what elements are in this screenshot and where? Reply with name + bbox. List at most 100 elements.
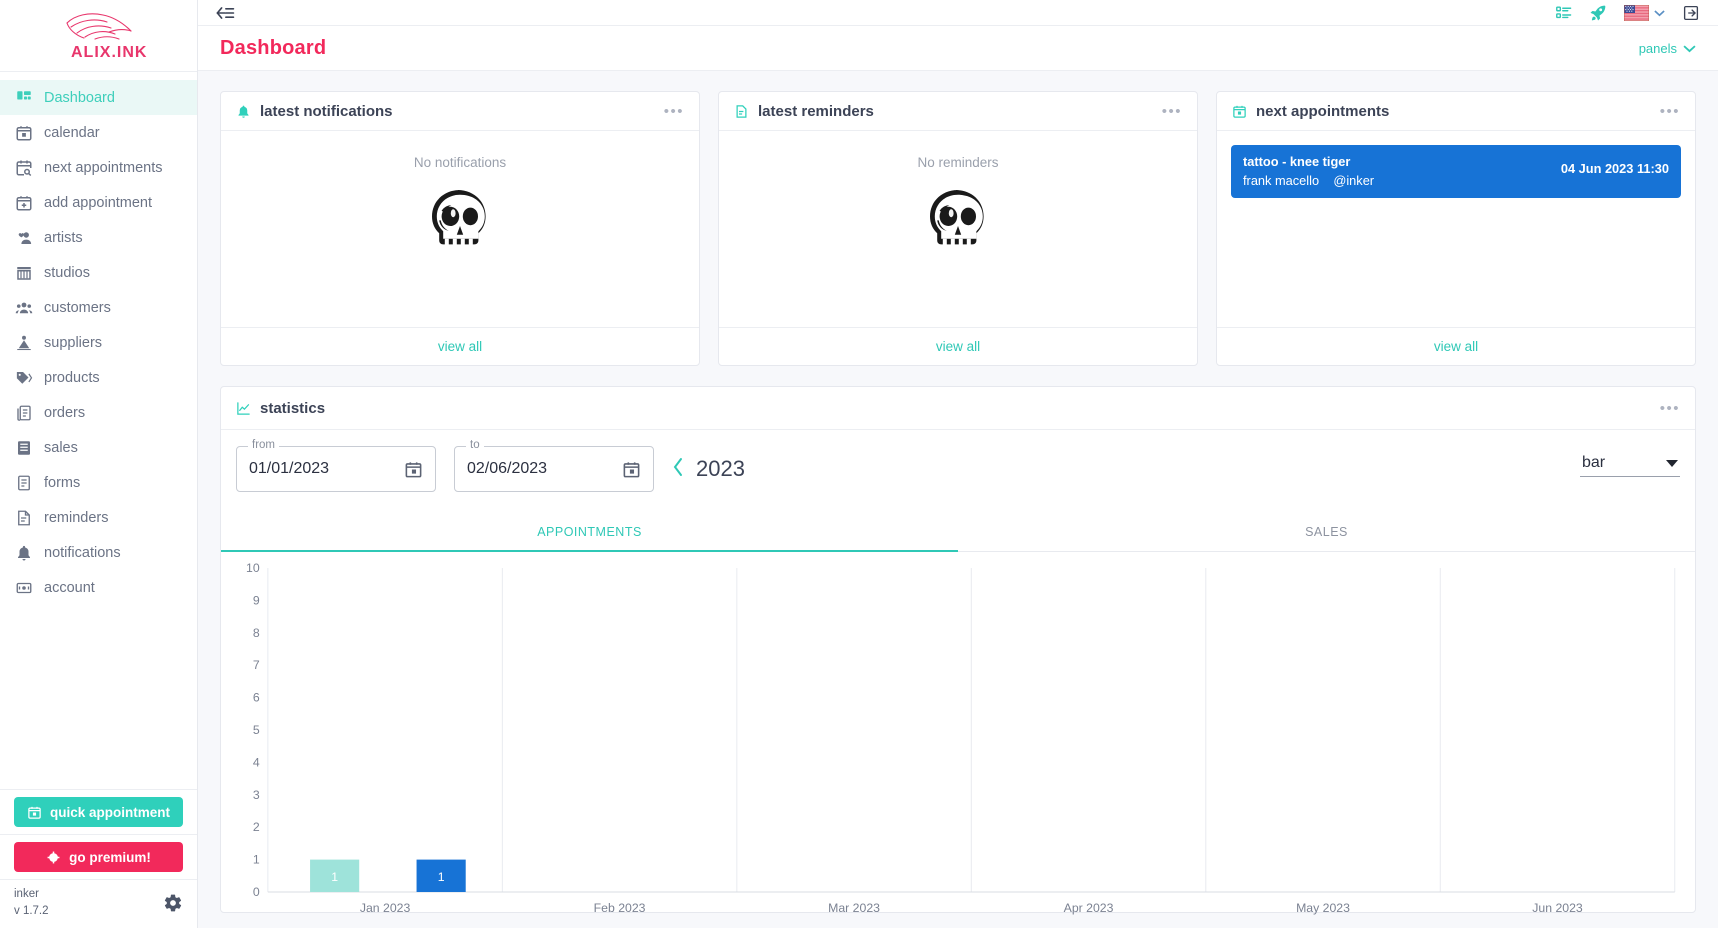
calendar-picker-icon[interactable] (622, 460, 641, 479)
card-body: No reminders (719, 131, 1197, 327)
svg-text:1: 1 (438, 870, 445, 884)
chevron-left-icon[interactable] (672, 457, 684, 481)
supplier-icon (14, 333, 33, 352)
svg-text:1: 1 (253, 853, 260, 867)
card-menu-button[interactable]: ••• (1162, 104, 1182, 119)
sidebar-item-label: reminders (44, 509, 109, 526)
dashboard-icon (14, 88, 33, 107)
language-selector[interactable] (1624, 4, 1665, 21)
date-from-field[interactable]: from (236, 439, 436, 492)
statistics-year: 2023 (696, 456, 745, 481)
empty-state-text: No notifications (413, 155, 507, 170)
store-icon (14, 263, 33, 282)
app-version: inker v 1.7.2 (14, 886, 49, 919)
sidebar-item-forms[interactable]: forms (0, 465, 197, 500)
sidebar-item-label: artists (44, 229, 83, 246)
svg-text:10: 10 (246, 562, 260, 575)
alix-ink-logo-icon: ALIX.INK (65, 12, 147, 61)
date-from-input[interactable] (249, 460, 389, 478)
logout-icon[interactable] (1682, 4, 1700, 22)
sidebar-item-label: account (44, 579, 95, 596)
checklist-icon[interactable] (1555, 4, 1572, 21)
settings-gear-icon[interactable] (163, 893, 183, 913)
sidebar-item-products[interactable]: products (0, 360, 197, 395)
reminder-doc-icon (734, 104, 749, 119)
sidebar-nav: Dashboard calendar next appointments add… (0, 72, 197, 789)
svg-text:4: 4 (253, 756, 260, 770)
quick-appointment-row: quick appointment (0, 790, 197, 835)
chart-type-select[interactable]: bar (1580, 454, 1680, 477)
go-premium-row: go premium! (0, 835, 197, 880)
calendar-icon (14, 123, 33, 142)
sidebar-item-sales[interactable]: sales (0, 430, 197, 465)
date-to-input[interactable] (467, 460, 607, 478)
calendar-picker-icon[interactable] (404, 460, 423, 479)
appointment-list-item[interactable]: tattoo - knee tiger frank macello @inker… (1231, 145, 1681, 199)
calendar-plus-icon (14, 193, 33, 212)
view-all-link[interactable]: view all (438, 339, 482, 354)
sidebar-item-reminders[interactable]: reminders (0, 500, 197, 535)
statistics-menu-button[interactable]: ••• (1660, 401, 1680, 416)
tab-sales[interactable]: SALES (958, 512, 1695, 551)
statistics-header: statistics ••• (221, 387, 1695, 430)
account-icon (14, 578, 33, 597)
sidebar-item-customers[interactable]: customers (0, 290, 197, 325)
sidebar-item-label: suppliers (44, 334, 103, 351)
sidebar-item-next-appointments[interactable]: next appointments (0, 150, 197, 185)
statistics-title-text: statistics (260, 399, 326, 417)
card-menu-button[interactable]: ••• (664, 104, 684, 119)
statistics-chart: 0 1 2 3 4 5 6 7 8 9 10 1 1 Jan 2023 Feb 2023 Mar 2023 Ap… (221, 552, 1695, 915)
svg-text:9: 9 (253, 594, 260, 608)
card-menu-button[interactable]: ••• (1660, 104, 1680, 119)
panels-dropdown[interactable]: panels (1639, 41, 1696, 56)
orders-icon (14, 403, 33, 422)
svg-text:ALIX.INK: ALIX.INK (71, 44, 147, 61)
year-navigation: 2023 (672, 456, 745, 482)
card-title-text: next appointments (1256, 102, 1390, 120)
dashboard-content[interactable]: latest notifications ••• No notification… (198, 71, 1718, 928)
bar-chart-canvas: 0123456789101 1Jan 2023 Feb 2023 Mar 2023 Ap… (246, 562, 1676, 915)
date-from-label: from (248, 439, 279, 451)
svg-text:Mar 2023: Mar 2023 (828, 901, 880, 915)
go-premium-label: go premium! (69, 849, 151, 865)
chevron-down-icon (1654, 9, 1665, 16)
view-all-link[interactable]: view all (936, 339, 980, 354)
card-next-appointments: next appointments ••• tattoo - knee tige… (1216, 91, 1696, 366)
topbar (198, 0, 1718, 26)
calendar-icon (1232, 104, 1247, 119)
app-version-number: v 1.7.2 (14, 905, 49, 917)
statistics-panel: statistics ••• from to (220, 386, 1696, 915)
card-footer: view all (719, 327, 1197, 365)
topbar-left (214, 4, 236, 22)
svg-text:Jun 2023: Jun 2023 (1532, 901, 1583, 915)
dashboard-cards-row: latest notifications ••• No notification… (220, 91, 1696, 366)
empty-state-text: No reminders (917, 155, 999, 170)
sidebar-item-label: calendar (44, 124, 100, 141)
card-header: next appointments ••• (1217, 92, 1695, 131)
sidebar-item-notifications[interactable]: notifications (0, 535, 197, 570)
collapse-menu-icon[interactable] (214, 4, 236, 22)
tab-appointments[interactable]: APPOINTMENTS (221, 512, 958, 552)
sidebar-item-label: studios (44, 264, 90, 281)
svg-text:2: 2 (253, 820, 260, 834)
date-to-field[interactable]: to (454, 439, 654, 492)
quick-appointment-button[interactable]: quick appointment (14, 797, 183, 827)
go-premium-button[interactable]: go premium! (14, 842, 183, 872)
sidebar-item-dashboard[interactable]: Dashboard (0, 80, 197, 115)
card-title: latest reminders (734, 103, 874, 120)
sidebar-item-orders[interactable]: orders (0, 395, 197, 430)
sidebar-item-account[interactable]: account (0, 570, 197, 605)
sidebar-item-artists[interactable]: artists (0, 220, 197, 255)
sidebar-item-calendar[interactable]: calendar (0, 115, 197, 150)
appointment-datetime: 04 Jun 2023 11:30 (1560, 161, 1669, 176)
app-name: inker (14, 888, 39, 901)
sidebar-item-suppliers[interactable]: suppliers (0, 325, 197, 360)
date-to-label: to (466, 439, 484, 451)
sidebar-item-studios[interactable]: studios (0, 255, 197, 290)
sidebar-item-add-appointment[interactable]: add appointment (0, 185, 197, 220)
calendar-search-icon (14, 158, 33, 177)
rocket-icon[interactable] (1589, 4, 1607, 22)
appointment-customer: frank macello (1243, 172, 1320, 188)
brand-logo[interactable]: ALIX.INK (0, 0, 197, 72)
view-all-link[interactable]: view all (1434, 339, 1478, 354)
